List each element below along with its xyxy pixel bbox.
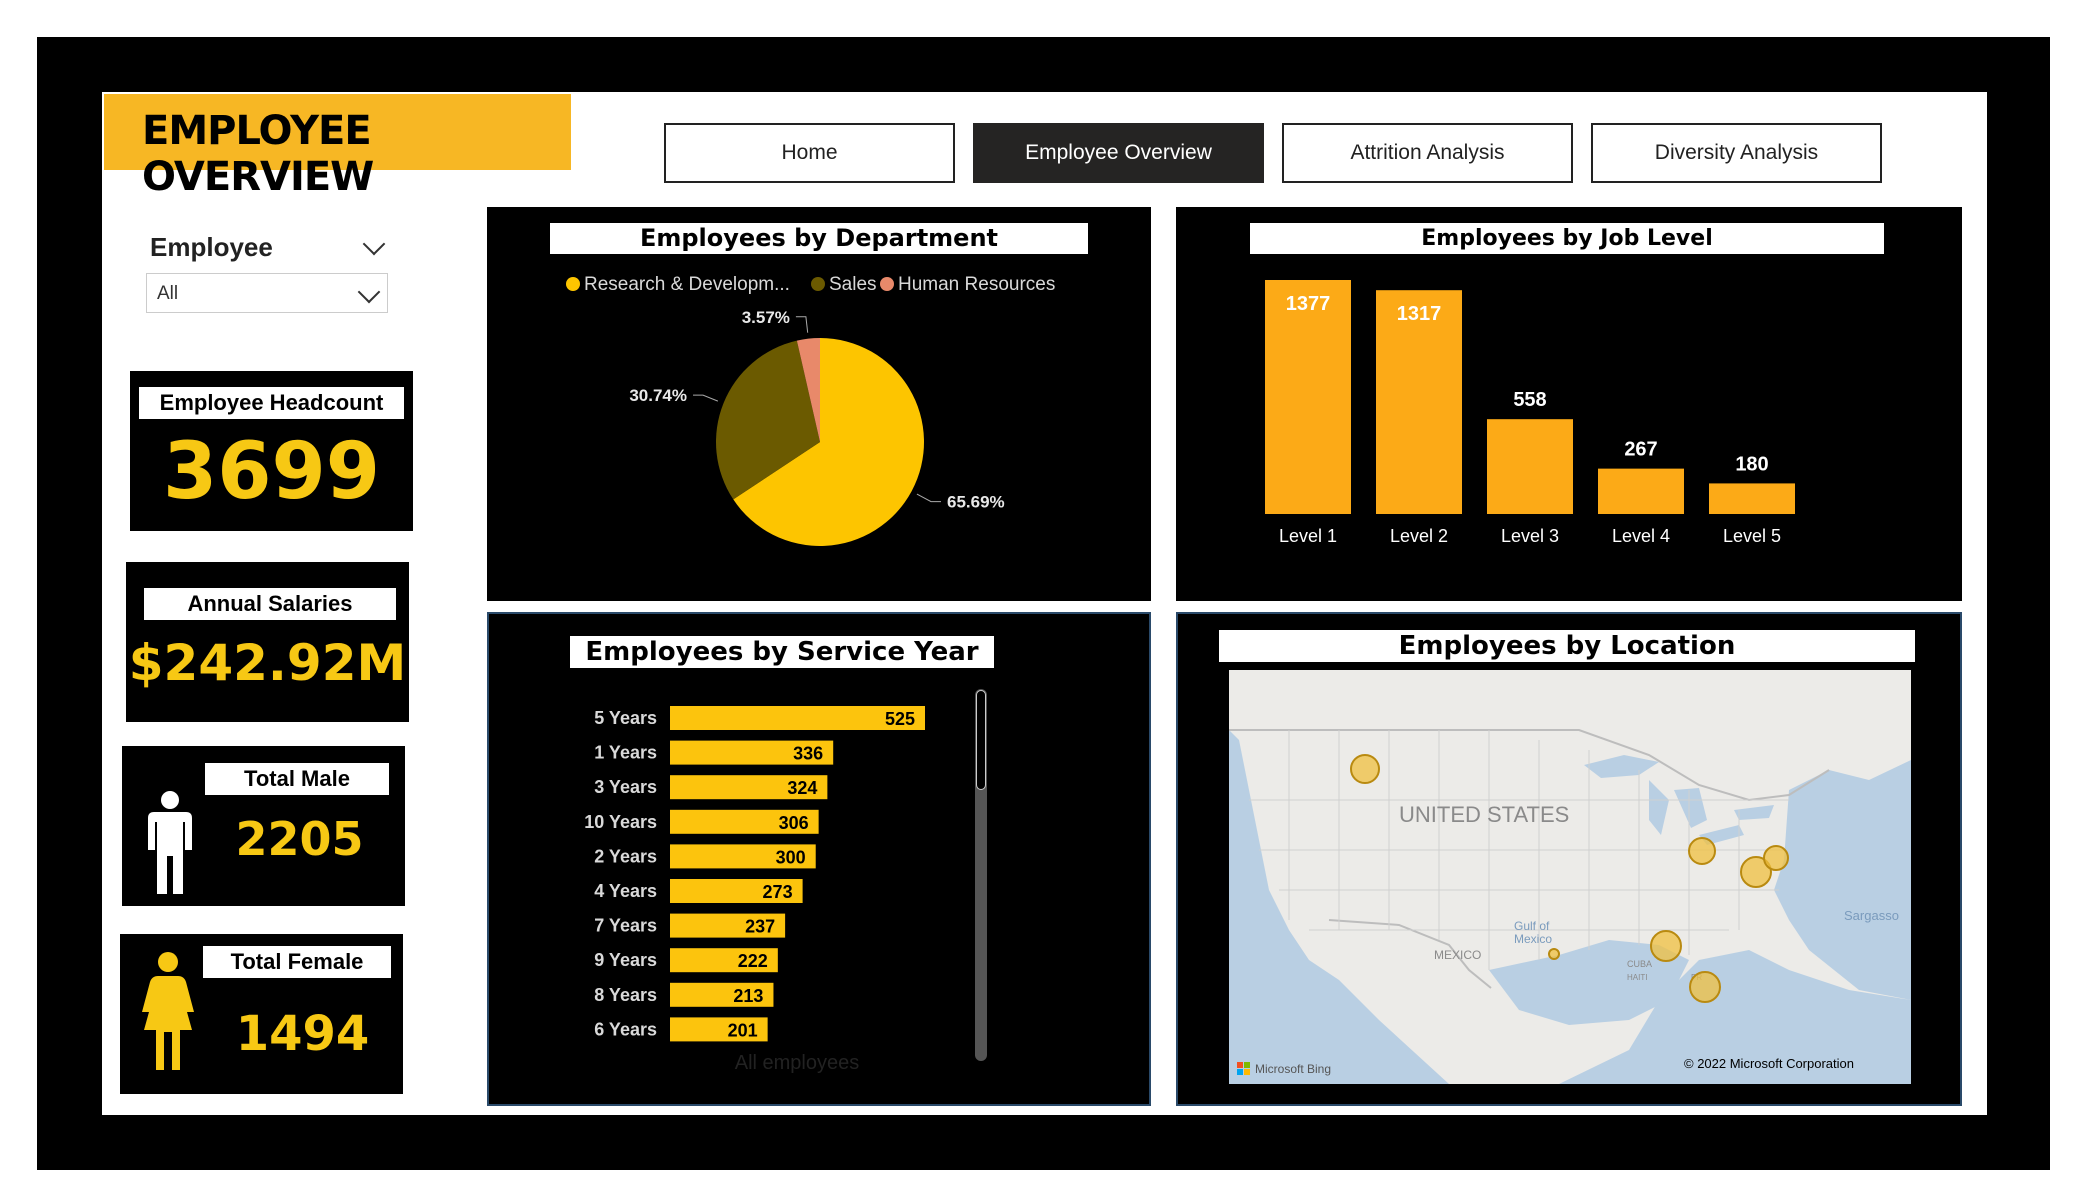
salaries-value: $242.92M: [128, 634, 407, 692]
headcount-label: Employee Headcount: [139, 387, 404, 419]
map-label-mexico: MEXICO: [1434, 948, 1481, 962]
headcount-card: Employee Headcount 3699: [130, 371, 413, 531]
pie-data-label: 65.69%: [947, 493, 1005, 512]
female-card: Total Female 1494: [120, 934, 403, 1094]
male-label: Total Male: [205, 763, 389, 795]
female-label: Total Female: [203, 946, 391, 978]
map-label-cuba: CUBA: [1627, 959, 1652, 969]
location-map-title: Employees by Location: [1219, 630, 1915, 662]
job-level-bar-chart: 1377 Level 1 1317 Level 2 558 Level 3 267 Level…: [1265, 280, 1795, 546]
map-label-country: UNITED STATES: [1399, 802, 1569, 827]
nav-home-button[interactable]: Home: [664, 123, 955, 183]
slicer-title: Employee: [150, 232, 273, 262]
service-year-category-label: 2 Years: [594, 846, 657, 866]
pie-data-label: 30.74%: [629, 386, 687, 405]
map-label-haiti: HAITI: [1627, 973, 1647, 982]
map-bubble-texas[interactable]: [1548, 948, 1560, 960]
service-year-data-label: 237: [745, 917, 775, 937]
map-label-gulf-2: Mexico: [1514, 932, 1552, 946]
female-value: 1494: [235, 1006, 370, 1062]
job-level-category-label: Level 1: [1279, 526, 1337, 546]
map-label-sargasso: Sargasso: [1844, 908, 1899, 923]
map-bubble-michigan[interactable]: [1688, 837, 1716, 865]
service-year-data-label: 336: [793, 744, 823, 764]
scrollbar-thumb[interactable]: [976, 690, 986, 790]
salaries-card: Annual Salaries $242.92M: [126, 562, 409, 722]
map-bubble-georgia[interactable]: [1650, 930, 1682, 962]
legend-label: Sales: [829, 274, 877, 295]
service-year-category-label: 4 Years: [594, 881, 657, 901]
female-person-icon: [142, 952, 194, 1070]
page-title: EMPLOYEE OVERVIEW: [142, 108, 374, 200]
legend-label: Research & Developm...: [584, 274, 790, 295]
male-card: Total Male 2205: [122, 746, 405, 906]
legend-label: Human Resources: [898, 274, 1055, 295]
job-level-chart-panel: Employees by Job Level 1377 Level 1 1317 Le…: [1176, 207, 1962, 601]
map-attribution-bing: Microsoft Bing: [1255, 1062, 1331, 1076]
headcount-value: 3699: [162, 427, 381, 517]
department-pie-chart: Research & Developm... Sales Human Resourc…: [566, 274, 1055, 546]
pie-leader-line: [693, 394, 719, 402]
job-level-bar[interactable]: [1265, 280, 1351, 514]
job-level-data-label: 1317: [1397, 303, 1442, 325]
map-bubble-florida[interactable]: [1689, 971, 1721, 1003]
job-level-data-label: 267: [1624, 439, 1657, 461]
location-map-panel: Employees by Location UNITED STATES Gulf…: [1176, 612, 1962, 1106]
job-level-category-label: Level 2: [1390, 526, 1448, 546]
pie-leader-line: [916, 493, 942, 503]
slicer-value: All: [157, 283, 179, 304]
service-year-data-label: 213: [733, 986, 763, 1006]
service-year-data-label: 222: [738, 951, 768, 971]
legend-marker: [811, 277, 825, 291]
job-level-bar[interactable]: [1598, 468, 1684, 514]
department-chart-panel: Employees by Department Research & Devel…: [487, 207, 1151, 601]
job-level-data-label: 1377: [1286, 293, 1331, 315]
service-year-data-label: 306: [779, 813, 809, 833]
pie-data-label: 3.57%: [742, 308, 790, 327]
service-year-data-label: 201: [728, 1020, 758, 1040]
map-copyright: © 2022 Microsoft Corporation: [1684, 1056, 1854, 1071]
job-level-category-label: Level 5: [1723, 526, 1781, 546]
job-level-data-label: 180: [1735, 453, 1768, 475]
service-year-data-label: 273: [763, 882, 793, 902]
service-year-footer: All employees: [734, 1052, 860, 1074]
male-person-icon: [148, 791, 192, 894]
male-value: 2205: [235, 812, 364, 866]
service-year-category-label: 9 Years: [594, 950, 657, 970]
service-year-chart-panel: Employees by Service Year 525 5 Years 336 1…: [487, 612, 1151, 1106]
nav-employee-overview-button[interactable]: Employee Overview: [973, 123, 1264, 183]
pie-leader-line: [795, 316, 809, 333]
service-year-data-label: 324: [787, 778, 817, 798]
service-year-category-label: 7 Years: [594, 916, 657, 936]
job-level-category-label: Level 3: [1501, 526, 1559, 546]
nav-attrition-analysis-button[interactable]: Attrition Analysis: [1282, 123, 1573, 183]
service-year-category-label: 8 Years: [594, 985, 657, 1005]
service-year-category-label: 6 Years: [594, 1019, 657, 1039]
map-canvas[interactable]: UNITED STATES Gulf of Mexico MEXICO Sarg…: [1229, 670, 1911, 1084]
job-level-bar[interactable]: [1709, 483, 1795, 514]
map-bubble-seattle[interactable]: [1350, 754, 1380, 784]
page-title-box: EMPLOYEE OVERVIEW: [104, 94, 571, 200]
service-year-data-label: 525: [885, 709, 915, 729]
map-label-gulf: Gulf of: [1514, 919, 1550, 933]
employee-slicer-dropdown[interactable]: All: [146, 273, 388, 313]
legend-marker: [880, 277, 894, 291]
location-map[interactable]: UNITED STATES Gulf of Mexico MEXICO Sarg…: [1229, 670, 1911, 1084]
service-year-category-label: 10 Years: [584, 812, 657, 832]
service-year-data-label: 300: [776, 847, 806, 867]
service-year-category-label: 5 Years: [594, 708, 657, 728]
nav-diversity-analysis-button[interactable]: Diversity Analysis: [1591, 123, 1882, 183]
service-year-category-label: 1 Years: [594, 743, 657, 763]
service-year-bar-chart: 525 5 Years 336 1 Years 324 3 Years 306 10 Year…: [584, 706, 925, 1042]
map-bubble-new-jersey[interactable]: [1763, 845, 1789, 871]
job-level-category-label: Level 4: [1612, 526, 1670, 546]
service-year-category-label: 3 Years: [594, 777, 657, 797]
chevron-down-icon: [357, 280, 381, 304]
legend-marker: [566, 277, 580, 291]
salaries-label: Annual Salaries: [144, 588, 396, 620]
job-level-data-label: 558: [1513, 389, 1546, 411]
job-level-bar[interactable]: [1487, 419, 1573, 514]
